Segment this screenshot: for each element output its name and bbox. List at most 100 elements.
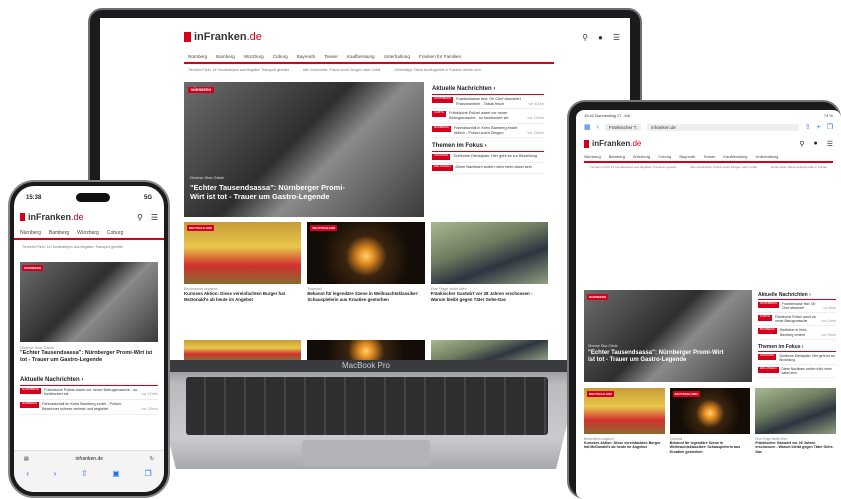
menu-icon[interactable]: ☰ bbox=[613, 33, 620, 42]
browser-tab[interactable]: Fränkischer T. bbox=[604, 123, 642, 131]
nav-item[interactable]: Bamberg bbox=[49, 230, 69, 236]
tablet-navigation: Nürnberg Bamberg Würzburg Coburg Bayreuth Tea… bbox=[584, 152, 833, 163]
hero-title: "Echter Tausendsassa": Nürnberger Promi-… bbox=[588, 350, 724, 364]
nav-item[interactable]: Bayreuth bbox=[297, 54, 315, 59]
news-item[interactable]: FÜRTH Fränkische Polizei warnt vor neuer … bbox=[432, 109, 544, 124]
nav-item[interactable]: Teaser bbox=[703, 154, 715, 159]
sidebar-icon[interactable]: ▦ bbox=[584, 123, 591, 131]
search-icon[interactable]: ⚲ bbox=[137, 213, 143, 222]
news-item[interactable]: BAMBERG Fahrradunfall im Kreis Bamberg en… bbox=[20, 400, 158, 415]
tablet-screen: 15:42 Donnerstag 17. Juli 74 % ▦ ‹ Fränk… bbox=[576, 110, 841, 499]
news-tag: BAMBERG bbox=[758, 328, 778, 335]
menu-icon[interactable]: ☰ bbox=[827, 140, 833, 148]
laptop-screen: in Franken .de ⚲ ● ☰ Nürnberg Bamberg Würzbu… bbox=[100, 18, 630, 360]
news-item[interactable]: FÜRTH Fränkische Polizei warnt vor neuer … bbox=[758, 313, 836, 327]
nav-item[interactable]: Coburg bbox=[107, 230, 123, 236]
back-icon[interactable]: ‹ bbox=[26, 469, 29, 478]
fokus-title[interactable]: Themen im Fokus › bbox=[432, 138, 544, 153]
reload-icon[interactable]: ↻ bbox=[150, 456, 154, 462]
news-item[interactable]: FRANKEN Schlimme Dienstplan: Hier geht es… bbox=[758, 352, 836, 365]
user-icon[interactable]: ● bbox=[813, 140, 817, 148]
nav-item[interactable]: Bamberg bbox=[216, 54, 235, 59]
nav-item[interactable]: Nürnberg bbox=[584, 154, 601, 159]
ticker-item[interactable]: Tierheim Fürth: 14 Hundewelpen aus illeg… bbox=[590, 165, 676, 169]
search-icon[interactable]: ⚲ bbox=[799, 140, 804, 148]
menu-icon[interactable]: ☰ bbox=[151, 213, 158, 222]
tablet-hero-article[interactable]: NÜRNBERG Diverse Star-Gäste "Echter Taus… bbox=[584, 290, 752, 382]
aktuelle-list: NÜRNBERG Fränkische Polizei warnt vor neu… bbox=[20, 386, 158, 415]
nav-item[interactable]: Bayreuth bbox=[679, 154, 695, 159]
news-item[interactable]: NÜRNBERG Fränkische Polizei warnt vor neu… bbox=[20, 386, 158, 401]
article-card[interactable]: DEUTSCHLAND Todesfall Bekannt für legendär… bbox=[669, 388, 751, 454]
news-item[interactable]: NÜRNBERG Frankenkasse fest: Ob Chef absol… bbox=[432, 95, 544, 110]
nav-item[interactable]: Unterhaltung bbox=[384, 54, 410, 59]
news-text: Diese Nachbarn wollen nicht mehr dabei s… bbox=[781, 366, 832, 375]
news-item[interactable]: NÜRNBERG Frankenkasse fest: Ob Chef absol… bbox=[758, 300, 836, 314]
ticker-item[interactable]: Alte Geschichte: Polizei sucht Zeugen na… bbox=[303, 68, 380, 78]
article-card[interactable]: Eine Frage bleibt offen Fränkischer Gastw… bbox=[755, 388, 837, 454]
aktuelle-title[interactable]: Aktuelle Nachrichten › bbox=[20, 377, 158, 386]
reader-icon[interactable]: ▤ bbox=[24, 456, 29, 462]
phone-address-bar[interactable]: infranken.de bbox=[76, 456, 104, 462]
nav-item[interactable]: Franken für Familien bbox=[419, 54, 461, 59]
article-card[interactable]: Eine Frage bleibt offen Fränkischer Gastw… bbox=[430, 222, 548, 302]
hero-kicker: Diverse Star-Gäste bbox=[190, 175, 225, 180]
tabs-icon[interactable]: ❐ bbox=[827, 123, 833, 131]
news-time: vor 20min bbox=[141, 406, 158, 411]
card-thumbnail[interactable] bbox=[430, 340, 548, 360]
tablet-site-logo[interactable]: in Franken .de bbox=[584, 139, 641, 148]
hero-title[interactable]: "Echter Tausendsassa": Nürnberger Promi-… bbox=[20, 350, 158, 364]
nav-item[interactable]: Nürnberg bbox=[188, 54, 207, 59]
nav-item[interactable]: Würzburg bbox=[77, 230, 99, 236]
nav-item[interactable]: Bamberg bbox=[609, 154, 625, 159]
nav-item[interactable]: Unterhaltung bbox=[755, 154, 778, 159]
news-tag: FRANKEN bbox=[758, 353, 777, 360]
forward-icon[interactable]: › bbox=[54, 469, 57, 478]
article-card[interactable]: DEUTSCHLAND Todesfall Bekannt für legendär… bbox=[307, 222, 425, 302]
news-time: vor 20min bbox=[821, 332, 836, 337]
new-tab-icon[interactable]: + bbox=[817, 124, 821, 131]
article-card[interactable]: DEUTSCHLAND Besonderes Angebot Kurioses Ak… bbox=[584, 388, 665, 454]
share-icon[interactable]: ⇧ bbox=[805, 123, 811, 131]
news-item[interactable]: ERLANGEN Diese Nachbarn wollen nicht mehr… bbox=[758, 365, 836, 379]
aktuelle-title[interactable]: Aktuelle Nachrichten › bbox=[432, 86, 544, 95]
phone-site-logo[interactable]: in Franken .de bbox=[20, 212, 84, 222]
news-item[interactable]: BAMBERG Fahrradunfall in Kreis Bamberg en… bbox=[432, 124, 544, 139]
ticker-item[interactable]: Tierheim Fürth: 14 Hundewelpen aus illeg… bbox=[188, 68, 289, 78]
article-card[interactable]: DEUTSCHLAND Besonderes Angebot Kurioses Ak… bbox=[184, 222, 302, 302]
nav-item[interactable]: Coburg bbox=[658, 154, 671, 159]
card-title: Fränkischer Gastwirt vor 28 Jahren ersch… bbox=[430, 291, 533, 302]
search-icon[interactable]: ⚲ bbox=[582, 33, 588, 42]
bookmarks-icon[interactable]: ▣ bbox=[112, 469, 120, 478]
news-item[interactable]: FRANKEN Schlimme Dienstplan: Hier geht es… bbox=[432, 152, 544, 164]
ticker-item[interactable]: Alte Geschichte: Polizei sucht Zeugen na… bbox=[690, 165, 756, 169]
nav-item[interactable]: Coburg bbox=[273, 54, 288, 59]
news-tag: NÜRNBERG bbox=[432, 96, 454, 103]
nav-item[interactable]: Würzburg bbox=[244, 54, 264, 59]
card-thumbnail: DEUTSCHLAND bbox=[307, 222, 425, 284]
news-ticker: Tierheim Fürth: 14 Hundewelpen aus illeg… bbox=[188, 68, 554, 78]
ticker-item[interactable]: Geheimtipp: Diese Ausflugsziele in Frank… bbox=[771, 165, 827, 169]
share-icon[interactable]: ⇧ bbox=[81, 469, 88, 478]
nav-item[interactable]: Nürnberg bbox=[20, 230, 41, 236]
aktuelle-title[interactable]: Aktuelle Nachrichten › bbox=[758, 292, 836, 300]
card-thumbnail[interactable] bbox=[307, 340, 425, 360]
logo-name: Franken bbox=[203, 31, 247, 43]
card-thumbnail[interactable] bbox=[184, 340, 302, 360]
back-icon[interactable]: ‹ bbox=[597, 124, 599, 131]
tabs-icon[interactable]: ❐ bbox=[144, 469, 151, 478]
hero-article[interactable]: NÜRNBERG Diverse Star-Gäste "Echter Taus… bbox=[184, 82, 424, 217]
nav-item[interactable]: Würzburg bbox=[633, 154, 650, 159]
phone-hero-article[interactable]: NÜRNBERG bbox=[20, 262, 158, 342]
ticker-item[interactable]: Geheimtipp: Diese Ausflugsziele in Frank… bbox=[394, 68, 480, 78]
news-text: Frankenkasse fest: Ob Chef absolviert Fr… bbox=[456, 97, 521, 106]
user-icon[interactable]: ● bbox=[598, 33, 603, 42]
fokus-title[interactable]: Themen im Fokus › bbox=[758, 340, 836, 352]
nav-item[interactable]: Kaufberatung bbox=[723, 154, 747, 159]
nav-item[interactable]: Teaser bbox=[324, 54, 338, 59]
site-logo[interactable]: in Franken .de bbox=[184, 31, 262, 43]
nav-item[interactable]: Kaufberatung bbox=[347, 54, 375, 59]
news-item[interactable]: ERLANGEN Diese Nachbarn wollen nicht mehr… bbox=[432, 163, 544, 175]
news-item[interactable]: BAMBERG Radfahrer in Kreis Bamberg verlet… bbox=[758, 326, 836, 340]
address-bar[interactable]: infranken.de bbox=[647, 123, 799, 131]
